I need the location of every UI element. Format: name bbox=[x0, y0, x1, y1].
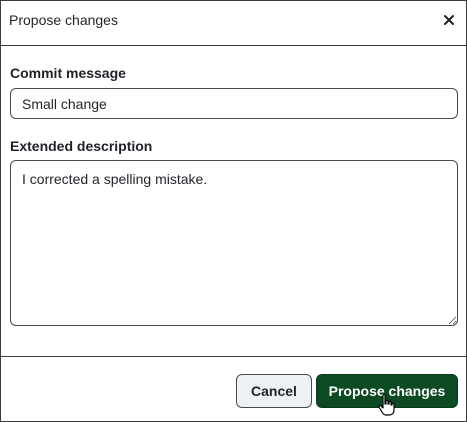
propose-changes-dialog: Propose changes Commit message Extended … bbox=[0, 0, 467, 422]
extended-description-textarea[interactable]: I corrected a spelling mistake. bbox=[10, 160, 458, 326]
dialog-title: Propose changes bbox=[9, 12, 118, 28]
commit-message-label: Commit message bbox=[10, 65, 126, 81]
extended-description-label: Extended description bbox=[10, 138, 153, 154]
dialog-header: Propose changes bbox=[1, 1, 466, 46]
commit-message-input[interactable] bbox=[10, 88, 458, 119]
cancel-button[interactable]: Cancel bbox=[236, 374, 312, 408]
dialog-footer: Cancel Propose changes bbox=[1, 356, 466, 421]
propose-changes-button[interactable]: Propose changes bbox=[316, 374, 458, 408]
close-icon[interactable] bbox=[442, 13, 456, 27]
